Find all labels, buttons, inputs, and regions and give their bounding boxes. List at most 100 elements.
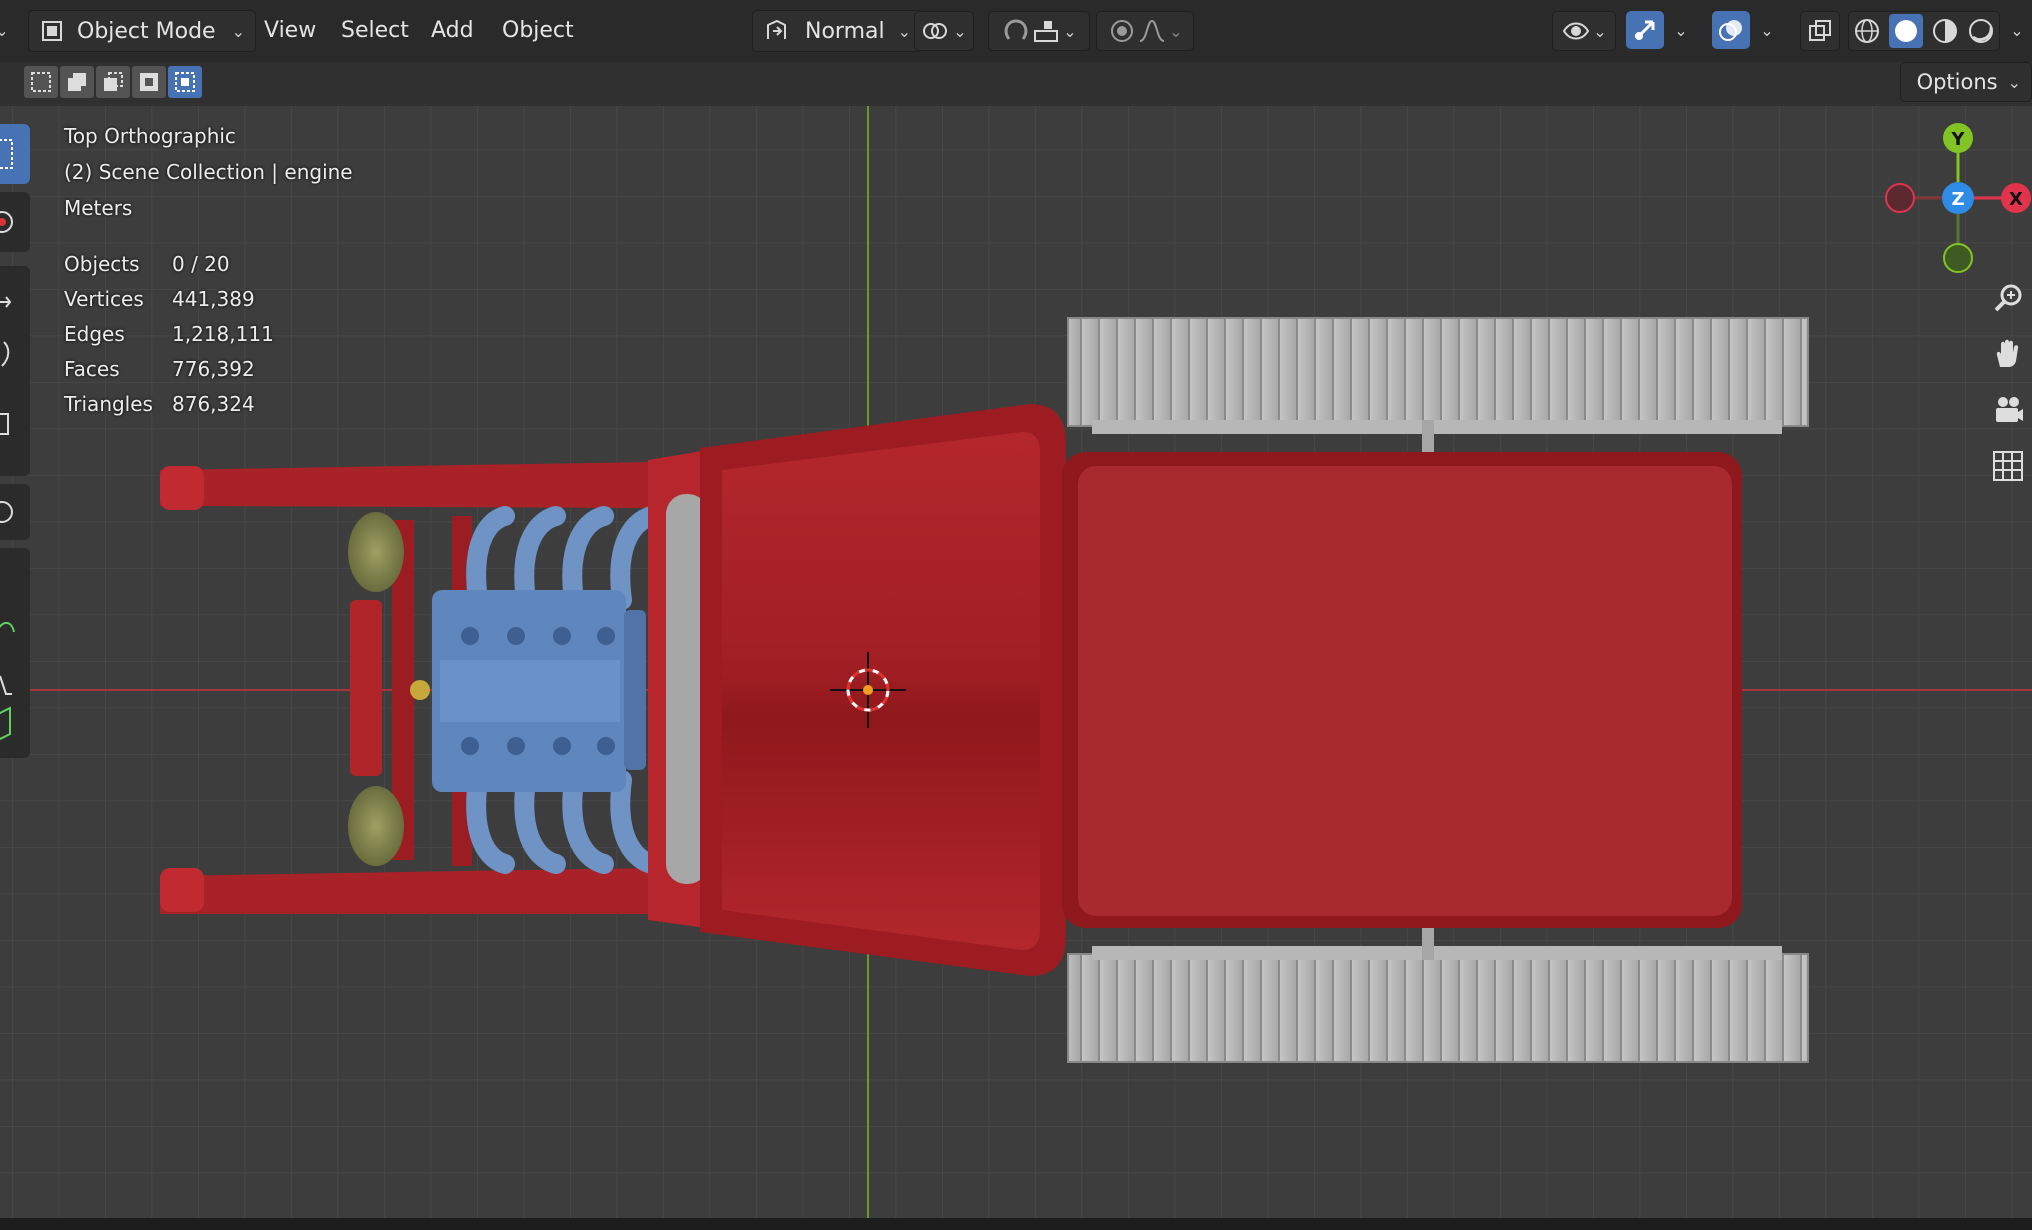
overlay-icon [1719,20,1742,41]
select-new-icon [31,72,51,92]
tool-annotate-group[interactable] [0,548,30,758]
stat-value: 441,389 [172,287,255,311]
select-intersect-button[interactable] [168,66,202,98]
stat-label: Edges [64,322,125,346]
stat-label: Objects [64,252,140,276]
tool-settings-bar [0,62,2032,106]
menu-view[interactable]: View [264,10,316,50]
rear-tire-top[interactable] [1067,317,1809,454]
move-icon [0,296,12,435]
select-box-icon [0,139,13,169]
transform-orientation-dropdown[interactable]: Normal ⌄ [752,10,922,52]
rear-tire-bottom[interactable] [1067,926,1809,1063]
options-label: Options [1916,70,1998,94]
camera-icon [1996,397,2023,422]
snap-group[interactable]: ⌄ [988,11,1090,51]
overlay-dropdown-chevron[interactable]: ⌄ [1754,10,1780,50]
y-axis-handle[interactable]: Y [1943,123,1973,153]
toggle-perspective-button[interactable] [1986,444,2030,488]
menu-select[interactable]: Select [341,10,409,50]
pivot-point-dropdown[interactable]: ⌄ [914,11,974,51]
x-axis-handle[interactable]: X [2001,183,2031,213]
grid-icon [1993,451,2023,481]
viewport-canvas[interactable] [0,106,2032,1218]
gizmo-toggle[interactable] [1626,11,1664,49]
view-name: Top Orthographic [64,124,236,148]
zoom-icon [1994,284,2022,312]
transform-orientation-icon [767,19,786,39]
stat-label: Triangles [64,392,153,416]
snap-icon [1005,19,1028,40]
engine-block[interactable] [410,590,646,792]
mode-dropdown[interactable]: Object Mode ⌄ [28,10,256,52]
camera-view-button[interactable] [1986,388,2030,432]
tool-select-box[interactable] [0,124,30,184]
proportional-edit-group[interactable]: ⌄ [1096,11,1194,51]
wireframe-shading-icon[interactable] [1853,17,1881,45]
visibility-icon [1563,22,1590,40]
headlight-left[interactable] [348,512,404,592]
zoom-button[interactable] [1986,276,2030,320]
gizmo-dropdown-chevron[interactable]: ⌄ [1668,10,1694,50]
snap-increment-icon [1034,21,1059,42]
pivot-icon [923,23,948,39]
svg-text:Z: Z [1951,189,1964,210]
navigation-gizmo[interactable]: Y X Z [1880,116,2032,284]
stat-value: 1,218,111 [172,322,274,346]
status-bar [0,1218,2032,1230]
gizmo-icon [1635,20,1655,40]
proportional-edit-icon [1111,20,1134,42]
neg-y-axis-handle[interactable] [1943,243,1973,273]
select-extend-button[interactable] [60,66,94,98]
viewport-header: ⌄ Object Mode ⌄ View Select Add Object N… [0,0,2032,63]
truck-bed[interactable] [1062,452,1742,928]
headlight-right[interactable] [348,786,404,866]
stat-value: 776,392 [172,357,255,381]
chevron-down-icon: ⌄ [2007,72,2021,92]
mode-label: Object Mode [77,18,216,44]
z-axis-handle[interactable]: Z [1942,182,1974,214]
select-invert-button[interactable] [132,66,166,98]
solid-shading-button[interactable] [1889,14,1923,48]
pan-button[interactable] [1986,332,2030,376]
transform-orientation-label: Normal [805,18,885,44]
neg-x-axis-handle[interactable] [1885,183,1915,213]
options-dropdown[interactable]: Options ⌄ [1899,62,2032,102]
cursor-icon [0,211,13,233]
visibility-dropdown[interactable]: ⌄ [1552,11,1616,51]
annotate-icon [0,622,15,741]
transform-icon [0,501,13,523]
rendered-shading-icon[interactable] [1967,17,1995,45]
tool-cursor[interactable] [0,192,30,252]
menu-add[interactable]: Add [431,10,474,50]
unit-system: Meters [64,196,133,220]
shading-dropdown-chevron[interactable]: ⌄ [2004,10,2030,50]
stat-value: 0 / 20 [172,252,230,276]
falloff-icon [1139,19,1165,42]
chevron-down-icon: ⌄ [231,21,245,41]
stat-label: Faces [64,357,120,381]
select-intersect-icon [175,72,195,92]
menu-object[interactable]: Object [502,10,574,50]
overlay-toggle[interactable] [1712,11,1750,49]
material-shading-icon[interactable] [1931,17,1959,45]
tool-transform[interactable] [0,484,30,540]
mode-icon [42,21,62,41]
tool-shelf [0,118,30,758]
chevron-down-icon: ⌄ [897,21,911,41]
select-extend-icon [68,73,86,91]
select-subtract-button[interactable] [96,66,130,98]
select-invert-icon [140,73,158,91]
select-subtract-icon [104,72,123,91]
xray-toggle[interactable] [1800,11,1840,51]
svg-text:X: X [2009,189,2023,210]
hand-icon [1996,339,2019,367]
svg-text:Y: Y [1950,129,1965,150]
shading-mode-group[interactable] [1848,11,2000,51]
editor-type-chevron-icon[interactable]: ⌄ [0,10,10,50]
select-new-button[interactable] [24,66,58,98]
tool-transform-group[interactable] [0,266,30,476]
solid-shading-icon [1895,20,1917,42]
xray-icon [1809,20,1831,41]
stat-value: 876,324 [172,392,255,416]
